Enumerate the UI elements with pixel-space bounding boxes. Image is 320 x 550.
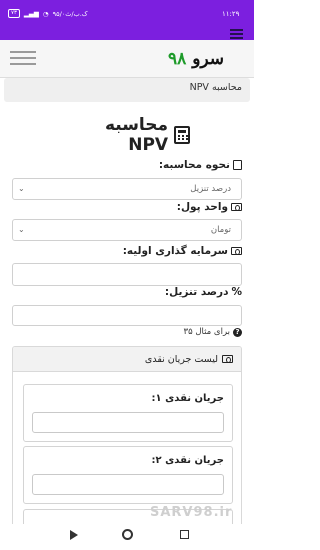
currency-label-text: واحد پول: bbox=[176, 201, 228, 213]
home-icon[interactable] bbox=[122, 529, 133, 540]
system-nav-bar bbox=[0, 524, 254, 550]
cash-flow-label: جریان نقدی ۱: bbox=[151, 393, 224, 404]
percent-icon: % bbox=[231, 286, 242, 298]
calculator-icon bbox=[233, 160, 242, 170]
money-bill-icon bbox=[231, 203, 242, 211]
initial-investment-label: سرمایه گذاری اولیه: bbox=[123, 245, 242, 257]
hamburger-icon[interactable] bbox=[230, 29, 243, 39]
brand-number: ۹۸ bbox=[168, 49, 187, 69]
cash-flow-card-title: لیست جریان نقدی bbox=[144, 353, 218, 365]
signal-icon: ▂▄▆ bbox=[23, 9, 39, 18]
brand-name: سرو bbox=[192, 49, 225, 69]
chevron-down-icon: ⌄ bbox=[18, 184, 25, 193]
discount-rate-help: ? برای مثال ۳۵ bbox=[183, 327, 242, 337]
initial-investment-label-text: سرمایه گذاری اولیه: bbox=[122, 245, 228, 257]
money-bill-icon bbox=[231, 247, 242, 255]
cash-flow-card-header: لیست جریان نقدی bbox=[13, 347, 241, 372]
back-icon[interactable] bbox=[70, 530, 78, 540]
cash-flow-input[interactable] bbox=[32, 474, 224, 495]
clock: ۱۱:۲۹ bbox=[222, 10, 240, 18]
calc-method-value: درصد تنزیل bbox=[190, 184, 231, 194]
currency-label: واحد پول: bbox=[177, 201, 242, 213]
cash-flow-label: جریان نقدی ۲: bbox=[151, 455, 224, 466]
navbar: سرو ۹۸ bbox=[0, 40, 254, 78]
battery-icon: ۷۳ bbox=[8, 9, 20, 18]
question-circle-icon: ? bbox=[233, 327, 242, 337]
cash-flow-item: جریان نقدی ۱: bbox=[23, 384, 233, 442]
status-indicators: ۷۳ ▂▄▆ ◔ ۹۵/۰ک.ب/ث bbox=[8, 9, 88, 18]
calc-method-label-text: نحوه محاسبه: bbox=[158, 159, 230, 171]
cash-flow-input[interactable] bbox=[32, 412, 224, 433]
calculator-icon bbox=[174, 126, 190, 144]
discount-rate-help-text: برای مثال ۳۵ bbox=[183, 327, 231, 337]
menu-toggle-button[interactable] bbox=[10, 51, 36, 67]
data-rate: ۹۵/۰ک.ب/ث bbox=[52, 9, 88, 18]
currency-select[interactable]: تومان ⌄ bbox=[12, 219, 242, 241]
chevron-down-icon: ⌄ bbox=[18, 225, 25, 234]
status-bar: ۷۳ ▂▄▆ ◔ ۹۵/۰ک.ب/ث ۱۱:۲۹ bbox=[0, 0, 254, 28]
recent-apps-icon[interactable] bbox=[180, 530, 189, 539]
currency-value: تومان bbox=[210, 225, 231, 235]
calc-method-select[interactable]: درصد تنزیل ⌄ bbox=[12, 178, 242, 200]
wifi-icon: ◔ bbox=[42, 9, 49, 18]
breadcrumb-current: محاسبه NPV bbox=[189, 82, 242, 93]
cash-flow-item: جریان نقدی ۲: bbox=[23, 446, 233, 504]
discount-rate-input[interactable] bbox=[12, 305, 242, 326]
calc-method-label: نحوه محاسبه: bbox=[159, 159, 242, 171]
top-strip bbox=[0, 28, 254, 40]
brand-logo[interactable]: سرو ۹۸ bbox=[168, 49, 224, 69]
watermark: SARV98.ir bbox=[150, 505, 233, 520]
initial-investment-input[interactable] bbox=[12, 263, 242, 286]
money-bill-icon bbox=[222, 355, 233, 363]
page-title: محاسبه NPV bbox=[60, 115, 190, 155]
discount-rate-label-text: درصد تنزیل: bbox=[164, 286, 229, 298]
discount-rate-label: % درصد تنزیل: bbox=[165, 286, 242, 298]
page-title-text: محاسبه NPV bbox=[104, 115, 169, 155]
breadcrumb: محاسبه NPV bbox=[4, 78, 250, 102]
